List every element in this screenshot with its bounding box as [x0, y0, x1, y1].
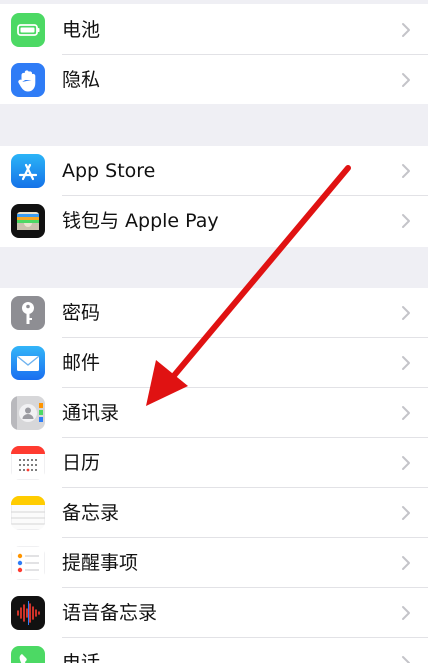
- notes-icon: [11, 496, 45, 530]
- chevron-right-icon: [398, 605, 414, 621]
- settings-row-passwords[interactable]: 密码: [0, 288, 428, 338]
- settings-row-label: 电池: [62, 19, 101, 41]
- chevron-right-icon: [398, 405, 414, 421]
- settings-row-privacy[interactable]: 隐私: [0, 55, 428, 105]
- chevron-right-icon: [398, 555, 414, 571]
- settings-row-label: App Store: [62, 160, 156, 182]
- chevron-right-icon: [398, 22, 414, 38]
- mail-icon: [11, 346, 45, 380]
- settings-group-2: App Store 钱包与 Apple Pay: [0, 146, 428, 247]
- chevron-right-icon: [398, 355, 414, 371]
- settings-row-phone[interactable]: 电话: [0, 638, 428, 663]
- settings-row-contacts[interactable]: 通讯录: [0, 388, 428, 438]
- voice-memos-icon: [11, 596, 45, 630]
- key-icon: [11, 296, 45, 330]
- settings-row-calendar[interactable]: 日历: [0, 438, 428, 488]
- wallet-icon: [11, 204, 45, 238]
- privacy-hand-icon: [11, 63, 45, 97]
- chevron-right-icon: [398, 505, 414, 521]
- chevron-right-icon: [398, 655, 414, 663]
- chevron-right-icon: [398, 455, 414, 471]
- settings-row-voice-memos[interactable]: 语音备忘录: [0, 588, 428, 638]
- settings-row-app-store[interactable]: App Store: [0, 146, 428, 196]
- settings-row-label: 通讯录: [62, 402, 120, 424]
- settings-group-1: 电池 隐私: [0, 4, 428, 104]
- settings-row-label: 提醒事项: [62, 552, 139, 574]
- chevron-right-icon: [398, 163, 414, 179]
- battery-icon: [11, 13, 45, 47]
- settings-group-3: 密码 邮件 通讯录 日历 备忘录 提醒事项 语音备忘录 电话: [0, 288, 428, 663]
- settings-row-wallet[interactable]: 钱包与 Apple Pay: [0, 196, 428, 246]
- settings-row-label: 邮件: [62, 352, 101, 374]
- settings-screen: 电池 隐私 App Store 钱包与 Apple Pay 密码 邮件 通讯录 …: [0, 0, 428, 663]
- app-store-icon: [11, 154, 45, 188]
- chevron-right-icon: [398, 72, 414, 88]
- phone-icon: [11, 646, 45, 663]
- settings-row-label: 日历: [62, 452, 101, 474]
- settings-row-label: 隐私: [62, 69, 101, 91]
- chevron-right-icon: [398, 213, 414, 229]
- settings-row-label: 电话: [62, 652, 101, 663]
- settings-row-label: 备忘录: [62, 502, 120, 524]
- settings-row-battery[interactable]: 电池: [0, 5, 428, 55]
- settings-row-notes[interactable]: 备忘录: [0, 488, 428, 538]
- reminders-icon: [11, 546, 45, 580]
- settings-row-reminders[interactable]: 提醒事项: [0, 538, 428, 588]
- settings-row-label: 语音备忘录: [62, 602, 158, 624]
- contacts-icon: [11, 396, 45, 430]
- settings-row-label: 钱包与 Apple Pay: [62, 210, 219, 232]
- settings-row-label: 密码: [62, 302, 101, 324]
- chevron-right-icon: [398, 305, 414, 321]
- settings-row-mail[interactable]: 邮件: [0, 338, 428, 388]
- calendar-icon: [11, 446, 45, 480]
